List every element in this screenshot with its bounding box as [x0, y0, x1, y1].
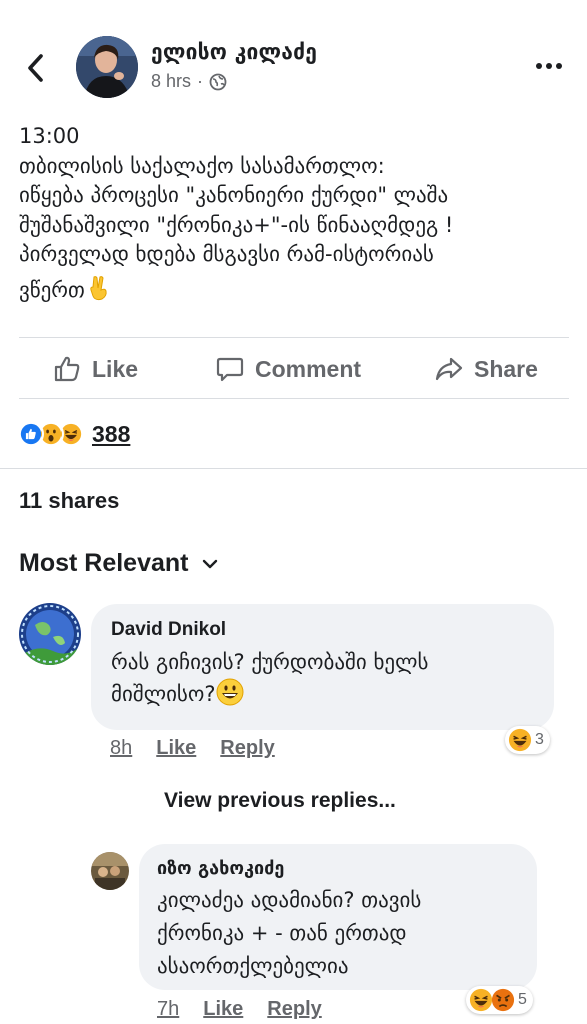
reply-reply-button[interactable]: Reply [267, 998, 321, 1021]
share-arrow-icon [435, 357, 463, 381]
back-arrow-icon[interactable] [22, 50, 50, 86]
reply-like-button[interactable]: Like [203, 998, 243, 1021]
like-label: Like [92, 355, 139, 382]
comment-icon [216, 357, 244, 382]
globe-icon [209, 73, 227, 90]
post-header: ელისო კილაძე 8 hrs · [0, 0, 587, 110]
section-divider [0, 468, 587, 469]
comment-line: რას გიჩივის? ქურდობაში ხელს [111, 650, 429, 674]
reply-avatar[interactable] [91, 852, 129, 890]
more-options-icon[interactable] [533, 58, 565, 74]
post-line: იწყება პროცესი "კანონიერი ქურდი" ლაშა [19, 183, 449, 207]
reply-line: ასაორთქლებელია [157, 954, 349, 978]
comment-button[interactable]: Comment [215, 340, 361, 398]
chevron-down-icon [203, 559, 218, 568]
author-avatar[interactable] [76, 36, 138, 98]
reactions-summary[interactable]: 388 [18, 420, 130, 448]
smiley-icon [216, 678, 244, 706]
reply-reactions[interactable]: 5 [466, 986, 533, 1014]
post-line: თბილისის საქალაქო სასამართლო: [19, 153, 385, 178]
angry-reaction-icon [491, 988, 515, 1012]
commenter-name[interactable]: David Dnikol [111, 619, 226, 641]
comment-reply-button[interactable]: Reply [220, 737, 274, 760]
comment-label: Comment [255, 355, 362, 382]
reply-text: კილაძეა ადამიანი? თავის ქრონიკა + - თან … [157, 884, 421, 983]
sort-label: Most Relevant [19, 549, 189, 577]
post-line-last: ვწერთ [19, 274, 574, 306]
meta-separator: · [197, 71, 204, 91]
sort-comments-dropdown[interactable]: Most Relevant [19, 549, 218, 578]
thumbs-up-icon [54, 356, 80, 382]
reply-reaction-count: 5 [518, 991, 527, 1008]
reply-line: კილაძეა ადამიანი? თავის [157, 888, 422, 912]
comment-like-button[interactable]: Like [156, 737, 196, 760]
divider [19, 398, 569, 399]
reply-time[interactable]: 7h [157, 998, 179, 1021]
share-button[interactable]: Share [434, 340, 538, 398]
comment-time[interactable]: 8h [110, 737, 132, 760]
shares-count[interactable]: 11 shares [19, 488, 119, 514]
post-time[interactable]: 8 hrs [151, 71, 191, 92]
post-line: შუშანაშვილი "ქრონიკა+"-ის წინააღმდეგ ! [19, 212, 454, 237]
share-label: Share [474, 355, 538, 382]
reply-meta: 7h Like Reply [157, 998, 322, 1021]
reaction-count[interactable]: 388 [92, 421, 130, 448]
haha-reaction-icon [508, 728, 532, 752]
comment-meta: 8h Like Reply [110, 737, 275, 760]
reply-line: ქრონიკა + - თან ერთად [157, 921, 407, 945]
post-line-text: ვწერთ [19, 277, 85, 302]
victory-hand-icon [90, 275, 107, 300]
author-name[interactable]: ელისო კილაძე [151, 40, 317, 64]
comment-line-text: მიშლისო? [111, 682, 216, 706]
view-previous-replies[interactable]: View previous replies... [164, 789, 396, 813]
comment-reaction-count: 3 [535, 731, 544, 748]
comment-reactions[interactable]: 3 [505, 726, 550, 754]
post-action-bar: Like Comment Share [0, 340, 587, 398]
post-line: პირველად ხდება მსგავსი რამ-ისტორიას [19, 242, 434, 266]
post-line: 13:00 [19, 124, 80, 148]
post-meta: 8 hrs · [151, 71, 227, 92]
comment-line-last: მიშლისო? [111, 678, 428, 710]
divider [19, 337, 569, 338]
haha-reaction-icon [469, 988, 493, 1012]
replier-name[interactable]: იზო გახოკიძე [157, 858, 284, 879]
post-body: 13:00 თბილისის საქალაქო სასამართლო: იწყე… [19, 122, 574, 305]
like-button[interactable]: Like [52, 340, 138, 398]
commenter-avatar[interactable] [19, 603, 81, 665]
comment-text: რას გიჩივის? ქურდობაში ხელს მიშლისო? [111, 646, 428, 710]
like-reaction-icon [18, 421, 44, 447]
